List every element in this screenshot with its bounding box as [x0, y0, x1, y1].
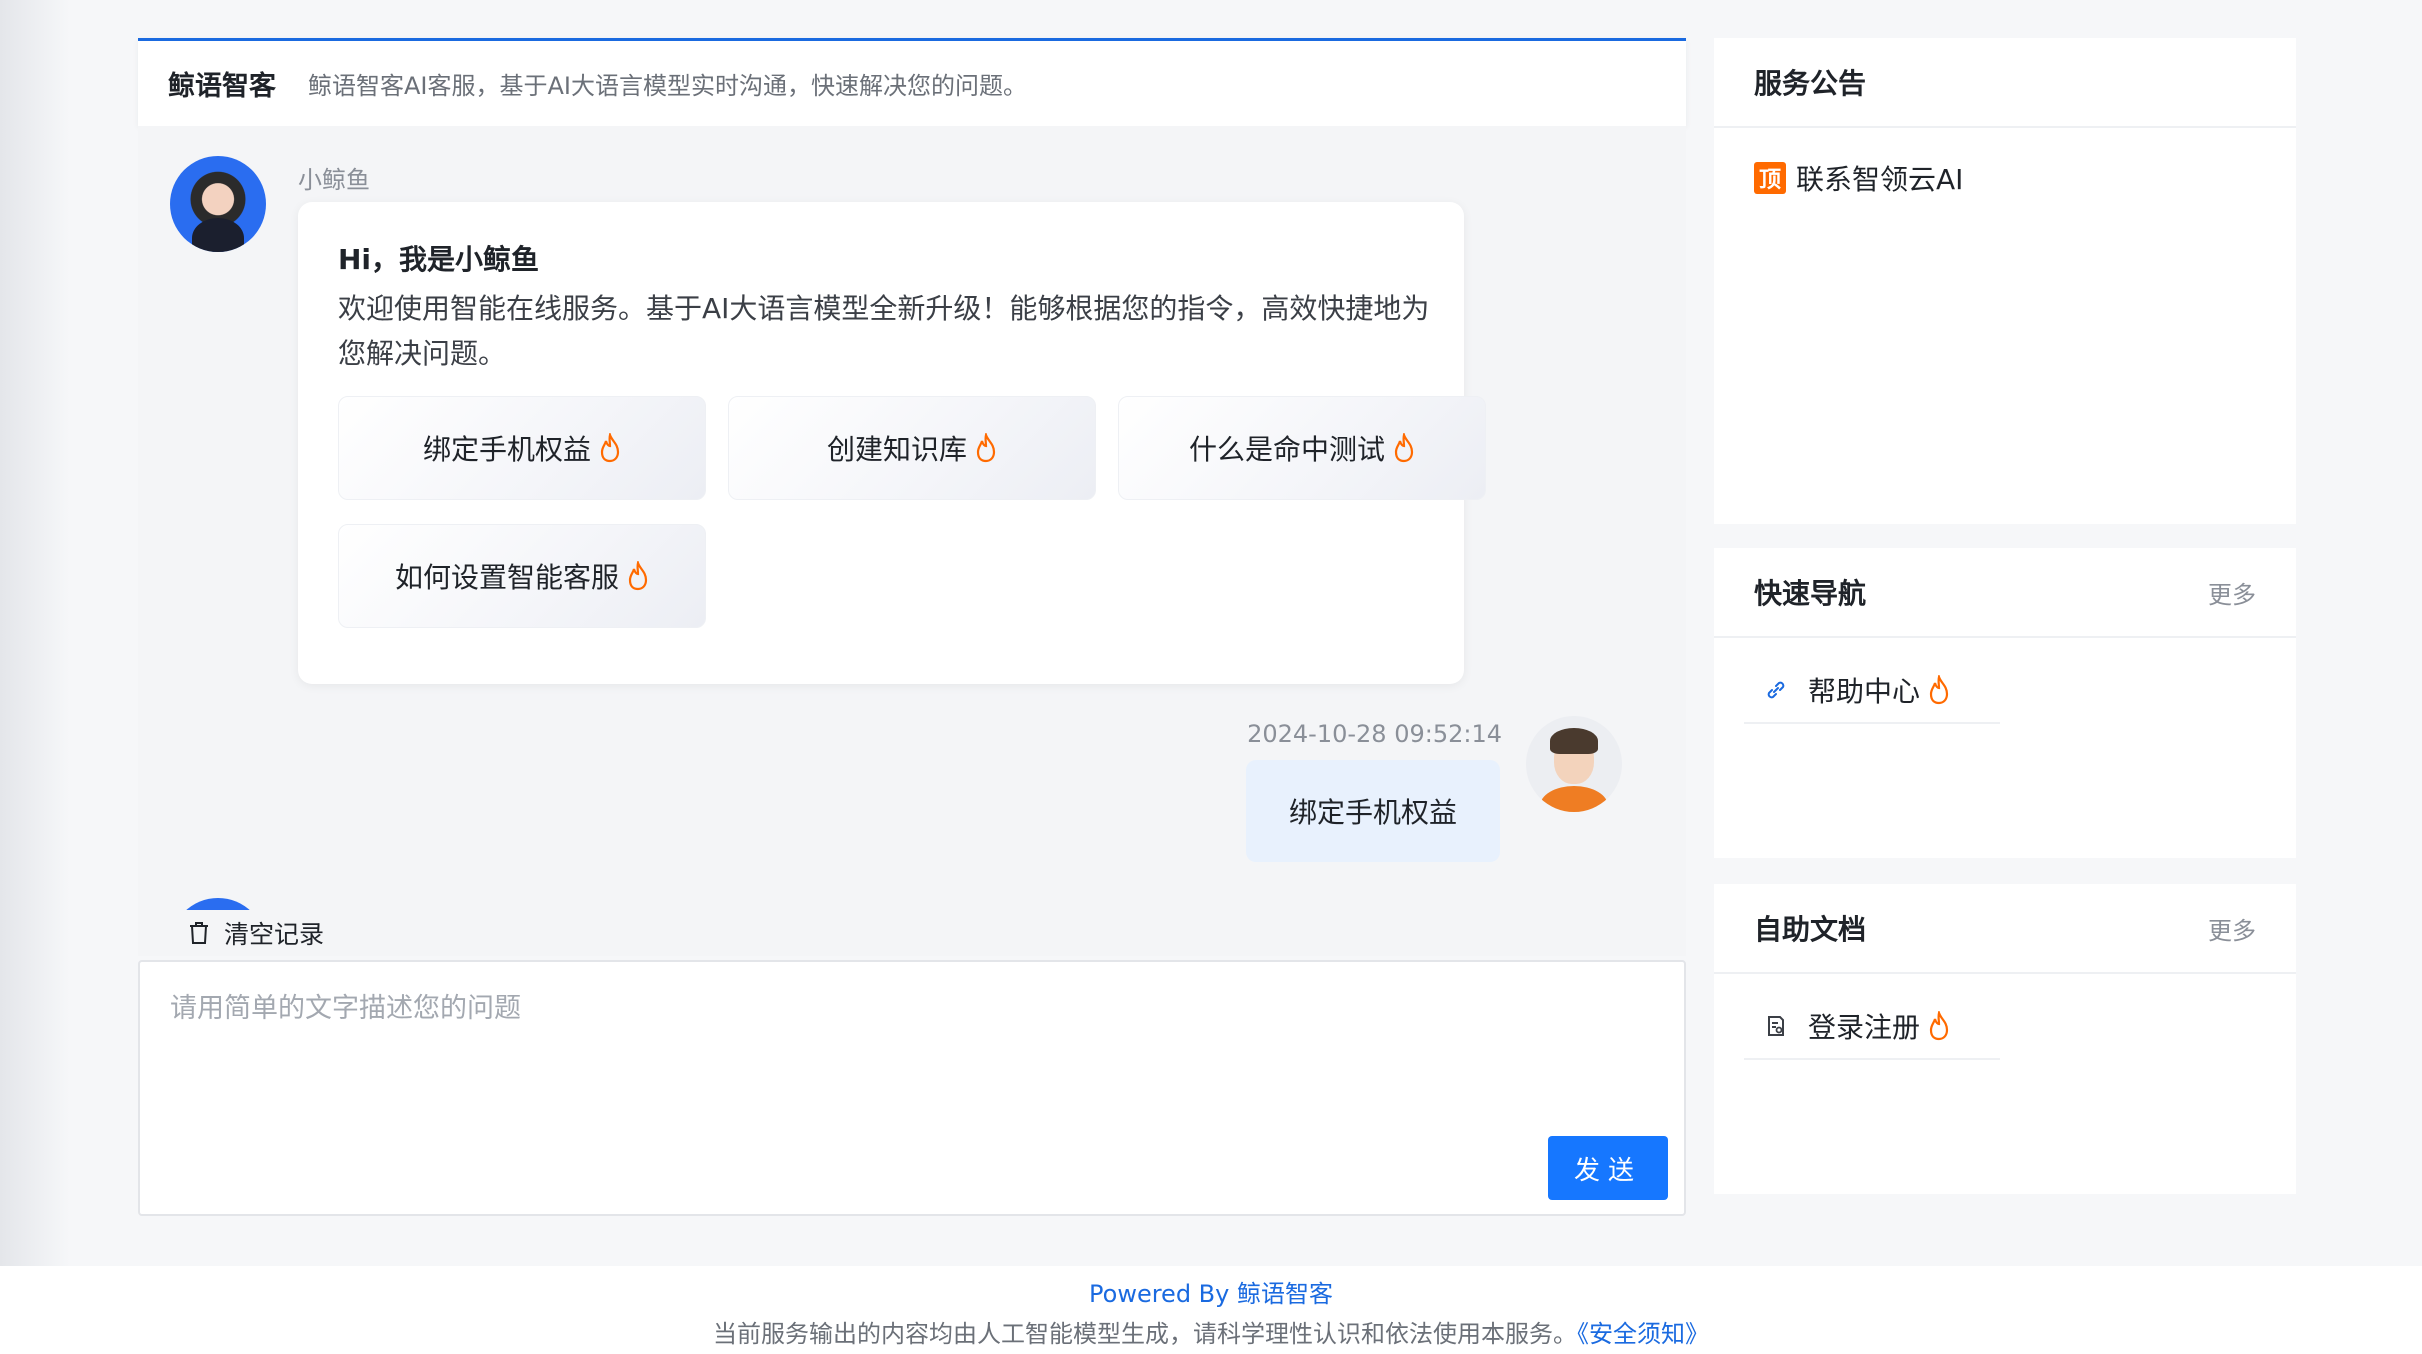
disclaimer-text: 当前服务输出的内容均由人工智能模型生成，请科学理性认识和依法使用本服务。: [713, 1320, 1577, 1348]
user-avatar: [1526, 716, 1622, 812]
fire-icon: [600, 433, 620, 463]
powered-by: Powered By 鲸语智客: [0, 1274, 2422, 1309]
quick-question-label: 创建知识库: [826, 433, 967, 466]
docs-more-link[interactable]: 更多: [2208, 911, 2256, 946]
header-subtitle: 鲸语智客AI客服，基于AI大语言模型实时沟通，快速解决您的问题。: [308, 72, 1027, 100]
quick-question-button[interactable]: 绑定手机权益: [338, 396, 706, 500]
quick-nav-panel: 快速导航 更多 帮助中心: [1714, 548, 2296, 858]
link-icon: [1767, 681, 1785, 699]
user-message-bubble: 绑定手机权益: [1246, 760, 1500, 862]
notice-item-label: 联系智领云AI: [1796, 163, 1964, 196]
quick-nav-title: 快速导航: [1754, 577, 1867, 610]
send-button[interactable]: 发送: [1548, 1136, 1668, 1200]
bot-message-bubble: Hi，我是小鲸鱼 欢迎使用智能在线服务。基于AI大语言模型全新升级！能够根据您的…: [298, 202, 1486, 684]
self-help-docs-panel: 自助文档 更多 登录注册: [1714, 884, 2296, 1194]
bot-name: 小鲸鱼: [298, 166, 370, 194]
quick-question-button[interactable]: 如何设置智能客服: [338, 524, 706, 628]
fire-icon: [1929, 1011, 1949, 1041]
fire-icon: [1929, 675, 1949, 705]
fire-icon: [976, 433, 996, 463]
bot-avatar: [170, 156, 266, 252]
quick-question-button[interactable]: 什么是命中测试: [1118, 396, 1486, 500]
message-input-box: 发送: [138, 960, 1686, 1216]
docs-header: 自助文档 更多: [1714, 884, 2296, 974]
notice-panel: 服务公告 顶 联系智领云AI: [1714, 38, 2296, 524]
brand-title: 鲸语智客: [168, 71, 276, 102]
bot-intro: 欢迎使用智能在线服务。基于AI大语言模型全新升级！能够根据您的指令，高效快捷地为…: [338, 292, 1430, 370]
nav-item-help-center[interactable]: 帮助中心: [1744, 658, 2000, 724]
chat-header: 鲸语智客 鲸语智客AI客服，基于AI大语言模型实时沟通，快速解决您的问题。: [138, 38, 1686, 126]
clear-history-button[interactable]: 清空记录: [138, 910, 1686, 956]
powered-by-brand-link[interactable]: 鲸语智客: [1237, 1280, 1333, 1308]
pin-badge: 顶: [1754, 162, 1786, 194]
footer-disclaimer: 当前服务输出的内容均由人工智能模型生成，请科学理性认识和依法使用本服务。《安全须…: [0, 1314, 2422, 1349]
fire-icon: [628, 561, 648, 591]
notice-title: 服务公告: [1754, 67, 1867, 100]
notice-header: 服务公告: [1714, 38, 2296, 128]
quick-question-label: 绑定手机权益: [422, 433, 591, 466]
powered-by-prefix: Powered By: [1089, 1280, 1237, 1308]
doc-item-label: 登录注册: [1808, 1011, 1921, 1044]
quick-nav-more-link[interactable]: 更多: [2208, 575, 2256, 610]
message-input[interactable]: [140, 962, 1684, 1142]
bot-greeting: Hi，我是小鲸鱼: [338, 243, 540, 276]
fire-icon: [1394, 433, 1414, 463]
clear-history-label: 清空记录: [224, 920, 325, 949]
quick-question-label: 什么是命中测试: [1188, 433, 1385, 466]
quick-question-button[interactable]: 创建知识库: [728, 396, 1096, 500]
trash-icon: [190, 922, 208, 944]
document-icon: [1768, 1016, 1784, 1036]
left-shade: [0, 0, 70, 1266]
user-message-time: 2024-10-28 09:52:14: [1247, 720, 1502, 748]
quick-question-label: 如何设置智能客服: [394, 561, 619, 594]
chat-area[interactable]: 小鲸鱼 Hi，我是小鲸鱼 欢迎使用智能在线服务。基于AI大语言模型全新升级！能够…: [138, 126, 1686, 956]
safety-notice-link[interactable]: 《安全须知》: [1577, 1320, 1709, 1348]
nav-item-label: 帮助中心: [1808, 675, 1921, 708]
docs-title: 自助文档: [1754, 913, 1867, 946]
doc-item-login-register[interactable]: 登录注册: [1744, 994, 2000, 1060]
quick-nav-header: 快速导航 更多: [1714, 548, 2296, 638]
notice-item[interactable]: 顶 联系智领云AI: [1714, 128, 2296, 228]
